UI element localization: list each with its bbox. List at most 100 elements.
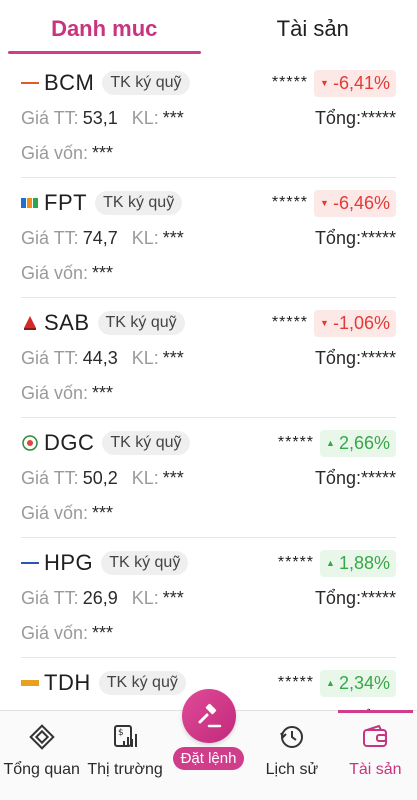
total-label: Tổng: xyxy=(314,227,361,248)
market-icon: $ xyxy=(114,725,138,747)
holding-header: DGC TK ký quỹ ***** ▲ 2,66% xyxy=(21,428,396,458)
cost-label: Giá vốn: xyxy=(21,622,89,643)
holding-header: HPG TK ký quỹ ***** ▲ 1,88% xyxy=(21,548,396,578)
holding-cost: Giá vốn: *** xyxy=(21,380,113,406)
nav-market[interactable]: $ Thị trường xyxy=(83,711,166,800)
total-value: Tổng:***** xyxy=(315,468,396,489)
masked-amount: ***** xyxy=(277,674,315,691)
cost-value: *** xyxy=(92,382,114,403)
place-order-button[interactable] xyxy=(181,689,236,743)
total-label: Tổng: xyxy=(314,107,361,128)
holding-row[interactable]: HPG TK ký quỹ ***** ▲ 1,88% Giá TT: 26,9 KL: ***… xyxy=(21,538,396,658)
bottom-nav: Tổng quan $ Thị trường Đặt lệnh Lịch sử … xyxy=(0,689,417,800)
nav-overview-label: Tổng quan xyxy=(3,761,80,778)
triangle-up-icon: ▲ xyxy=(326,558,335,568)
gavel-icon xyxy=(198,703,221,728)
nav-place-order[interactable]: Đặt lệnh xyxy=(167,689,250,800)
volume-value: *** xyxy=(162,227,184,248)
holding-row[interactable]: FPT TK ký quỹ ***** ▼ -6,46% Giá TT: 74,7 KL: **… xyxy=(21,178,396,298)
portfolio-screen: Danh muc Tài sản BCM TK ký quỹ ***** ▼ -6,41… xyxy=(0,0,417,800)
triangle-down-icon: ▼ xyxy=(320,318,329,328)
total-amount: ***** xyxy=(360,107,396,128)
holding-cost: Giá vốn: *** xyxy=(21,260,113,286)
total-label: Tổng: xyxy=(314,587,361,608)
nav-place-order-label: Đặt lệnh xyxy=(172,747,245,770)
price-value: 50,2 xyxy=(82,467,118,488)
price-label: Giá TT: xyxy=(21,107,79,128)
tdh-logo-icon xyxy=(21,676,39,690)
change-percent: -6,41% xyxy=(332,72,390,93)
total-value: Tổng:***** xyxy=(315,108,396,129)
holding-header: BCM TK ký quỹ ***** ▼ -6,41% xyxy=(21,68,396,98)
cost-value: *** xyxy=(92,142,114,163)
price-label: Giá TT: xyxy=(21,227,79,248)
tab-assets[interactable]: Tài sản xyxy=(209,0,417,58)
nav-assets[interactable]: Tài sản xyxy=(334,710,417,800)
change-badge: ▲ 1,88% xyxy=(320,549,396,577)
change-badge: ▲ 2,66% xyxy=(320,429,396,457)
total-amount: ***** xyxy=(360,587,396,608)
nav-overview[interactable]: Tổng quan xyxy=(0,711,83,800)
account-badge: TK ký quỹ xyxy=(102,71,190,95)
masked-amount: ***** xyxy=(271,194,309,211)
change-percent: 2,34% xyxy=(338,672,390,693)
change-badge: ▼ -1,06% xyxy=(314,309,396,337)
change-badge: ▲ 2,34% xyxy=(320,669,396,697)
change-percent: -1,06% xyxy=(332,312,390,333)
triangle-down-icon: ▼ xyxy=(320,78,329,88)
holding-header: FPT TK ký quỹ ***** ▼ -6,46% xyxy=(21,188,396,218)
ticker-symbol: BCM xyxy=(44,70,95,95)
holdings-list: BCM TK ký quỹ ***** ▼ -6,41% Giá TT: 53,1 KL: **… xyxy=(0,58,417,710)
total-amount: ***** xyxy=(360,467,396,488)
price-label: Giá TT: xyxy=(21,587,79,608)
total-amount: ***** xyxy=(360,227,396,248)
overview-icon xyxy=(28,724,55,750)
ticker-symbol: FPT xyxy=(44,190,88,215)
nav-history-label: Lịch sử xyxy=(265,761,319,778)
ticker-symbol: SAB xyxy=(44,310,90,335)
triangle-up-icon: ▲ xyxy=(326,438,335,448)
cost-label: Giá vốn: xyxy=(21,262,89,283)
holding-details: Giá TT: 74,7 KL: *** Tổng:***** xyxy=(21,225,396,251)
total-label: Tổng: xyxy=(314,467,361,488)
holding-row[interactable]: SAB TK ký quỹ ***** ▼ -1,06% Giá TT: 44,3 KL: **… xyxy=(21,298,396,418)
holding-details: Giá TT: 26,9 KL: *** Tổng:***** xyxy=(21,585,396,611)
fpt-logo-icon xyxy=(21,196,39,210)
change-percent: 1,88% xyxy=(338,552,390,573)
holding-details: Giá TT: 50,2 KL: *** Tổng:***** xyxy=(21,465,396,491)
triangle-down-icon: ▼ xyxy=(320,198,329,208)
price-value: 44,3 xyxy=(82,347,118,368)
volume-label: KL: xyxy=(131,467,159,488)
volume-label: KL: xyxy=(131,227,159,248)
cost-value: *** xyxy=(92,502,114,523)
change-badge: ▼ -6,46% xyxy=(314,189,396,217)
holding-details: Giá TT: 53,1 KL: *** Tổng:***** xyxy=(21,105,396,131)
total-value: Tổng:***** xyxy=(315,348,396,369)
cost-value: *** xyxy=(92,262,114,283)
masked-amount: ***** xyxy=(277,434,315,451)
ticker-symbol: HPG xyxy=(44,550,94,575)
cost-label: Giá vốn: xyxy=(21,382,89,403)
tab-portfolio[interactable]: Danh muc xyxy=(0,0,209,58)
holding-row[interactable]: DGC TK ký quỹ ***** ▲ 2,66% Giá TT: 50,2 KL: ***… xyxy=(21,418,396,538)
holding-header: SAB TK ký quỹ ***** ▼ -1,06% xyxy=(21,308,396,338)
nav-history[interactable]: Lịch sử xyxy=(250,711,333,800)
nav-assets-label: Tài sản xyxy=(349,761,402,778)
history-icon xyxy=(280,726,303,748)
cost-label: Giá vốn: xyxy=(21,142,89,163)
wallet-icon xyxy=(363,724,388,747)
price-value: 53,1 xyxy=(82,107,118,128)
price-value: 26,9 xyxy=(82,587,118,608)
change-badge: ▼ -6,41% xyxy=(314,69,396,97)
masked-amount: ***** xyxy=(271,314,309,331)
holding-details: Giá TT: 44,3 KL: *** Tổng:***** xyxy=(21,345,396,371)
ticker-symbol: DGC xyxy=(44,430,95,455)
change-percent: 2,66% xyxy=(338,432,390,453)
total-amount: ***** xyxy=(360,347,396,368)
svg-text:$: $ xyxy=(118,728,124,738)
total-value: Tổng:***** xyxy=(315,588,396,609)
holding-row[interactable]: BCM TK ký quỹ ***** ▼ -6,41% Giá TT: 53,1 KL: **… xyxy=(21,58,396,178)
price-label: Giá TT: xyxy=(21,347,79,368)
tab-bar: Danh muc Tài sản xyxy=(0,0,417,58)
account-badge: TK ký quỹ xyxy=(97,311,185,335)
